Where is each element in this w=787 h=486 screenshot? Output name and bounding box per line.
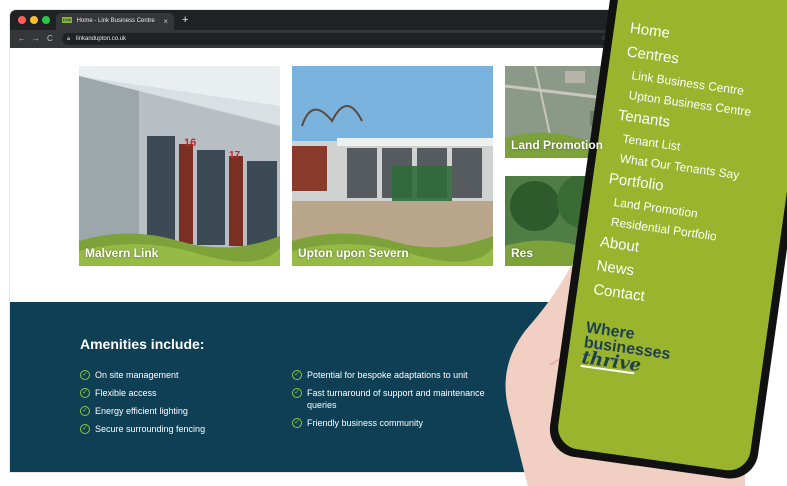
malvern-link-building-image: 16 17 [79,66,280,266]
check-circle-icon: ✓ [80,406,90,416]
check-circle-icon: ✓ [80,370,90,380]
hand-holding-phone: Home Centres Link Business Centre Upton … [470,0,787,486]
forward-icon[interactable]: → [32,30,40,48]
upton-building-image [292,66,493,266]
check-circle-icon: ✓ [292,370,302,380]
amenities-title: Amenities include: [80,336,205,352]
list-item: ✓ Energy efficient lighting [80,405,205,417]
phone-screen: Home Centres Link Business Centre Upton … [555,0,787,474]
tile-label: Upton upon Severn [298,246,409,260]
new-tab-button[interactable]: + [182,12,188,29]
favicon-icon: Link [62,17,72,24]
back-icon[interactable]: ← [18,30,26,48]
check-circle-icon: ✓ [292,418,302,428]
url-text: linkandupton.co.uk [76,36,127,42]
tile-label: Malvern Link [85,246,159,260]
tab-close-icon[interactable]: × [163,13,168,30]
mobile-nav-menu: Home Centres Link Business Centre Upton … [592,17,762,320]
tile-malvern-link[interactable]: 16 17 Malvern Link [79,66,280,266]
reload-icon[interactable]: C [47,30,53,48]
list-item: ✓ Secure surrounding fencing [80,423,205,435]
brand-logo: Where businesses thrive [580,319,672,377]
check-circle-icon: ✓ [80,388,90,398]
browser-tab[interactable]: Link Home - Link Business Centre × [56,13,174,30]
window-maximize-button[interactable] [42,16,50,24]
svg-text:17: 17 [229,150,241,161]
tab-title: Home - Link Business Centre [76,18,155,24]
check-circle-icon: ✓ [80,424,90,434]
lock-icon: 🔒︎ [67,36,71,42]
list-item: ✓ Flexible access [80,387,205,399]
tile-upton-upon-severn[interactable]: Upton upon Severn [292,66,493,266]
svg-text:16: 16 [184,137,196,149]
window-minimize-button[interactable] [30,16,38,24]
tile-label: Land Promotion [511,138,603,152]
phone: Home Centres Link Business Centre Upton … [546,0,787,483]
tile-label: Res [511,246,534,260]
window-close-button[interactable] [18,16,26,24]
list-item: ✓ On site management [80,369,205,381]
check-circle-icon: ✓ [292,388,302,398]
amenities-list-left: ✓ On site management ✓ Flexible access ✓ En… [80,369,205,441]
